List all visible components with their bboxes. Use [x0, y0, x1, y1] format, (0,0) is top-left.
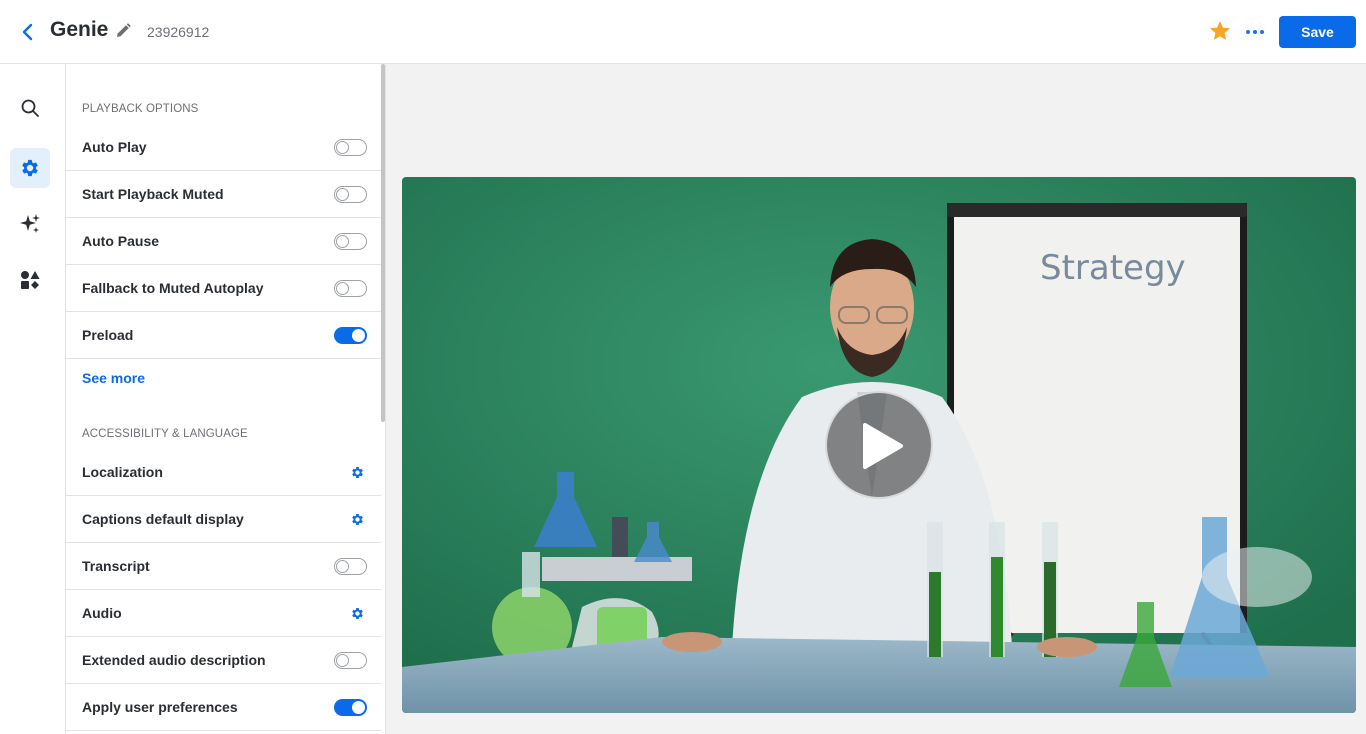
setting-row-preload[interactable]: Preload: [66, 312, 381, 359]
user-preferences-toggle[interactable]: [334, 699, 367, 716]
save-button[interactable]: Save: [1279, 16, 1356, 48]
setting-label: Extended audio description: [82, 652, 266, 668]
see-more-link[interactable]: See more: [82, 370, 145, 386]
play-icon: [863, 423, 903, 469]
auto-play-toggle[interactable]: [334, 139, 367, 156]
transcript-toggle[interactable]: [334, 558, 367, 575]
setting-row-localization[interactable]: Localization: [66, 449, 381, 496]
setting-row-auto-pause[interactable]: Auto Pause: [66, 218, 381, 265]
page-title: Genie: [50, 18, 109, 41]
play-button[interactable]: [825, 391, 933, 499]
setting-row-transcript[interactable]: Transcript: [66, 543, 381, 590]
back-arrow-icon[interactable]: [16, 20, 38, 44]
setting-label: Audio: [82, 605, 122, 621]
gear-icon[interactable]: [350, 512, 365, 527]
setting-row-start-muted[interactable]: Start Playback Muted: [66, 171, 381, 218]
section-title-accessibility: ACCESSIBILITY & LANGUAGE: [82, 428, 248, 440]
setting-label: Auto Play: [82, 139, 147, 155]
settings-gear-icon[interactable]: [10, 148, 50, 188]
whiteboard-text: Strategy: [1040, 248, 1186, 288]
setting-label: Apply user preferences: [82, 699, 238, 715]
setting-label: Auto Pause: [82, 233, 160, 249]
panel-scrollbar[interactable]: [381, 64, 385, 422]
setting-label: Localization: [82, 464, 163, 480]
setting-label: Captions default display: [82, 511, 244, 527]
gear-icon[interactable]: [350, 465, 365, 480]
setting-row-captions[interactable]: Captions default display: [66, 496, 381, 543]
setting-label: Transcript: [82, 558, 150, 574]
settings-panel: PLAYBACK OPTIONS Auto Play Start Playbac…: [66, 64, 386, 734]
star-icon[interactable]: [1208, 19, 1234, 45]
setting-label: Fallback to Muted Autoplay: [82, 280, 264, 296]
icon-rail: [0, 64, 66, 734]
search-icon[interactable]: [10, 88, 50, 128]
fallback-muted-toggle[interactable]: [334, 280, 367, 297]
extended-audio-toggle[interactable]: [334, 652, 367, 669]
setting-row-fallback-muted[interactable]: Fallback to Muted Autoplay: [66, 265, 381, 312]
setting-label: Preload: [82, 327, 134, 343]
section-title-playback: PLAYBACK OPTIONS: [82, 103, 199, 115]
shapes-icon[interactable]: [10, 260, 50, 300]
setting-row-user-preferences[interactable]: Apply user preferences: [66, 684, 381, 731]
auto-pause-toggle[interactable]: [334, 233, 367, 250]
preload-toggle[interactable]: [334, 327, 367, 344]
setting-row-audio[interactable]: Audio: [66, 590, 381, 637]
top-header: Genie 23926912 Save: [0, 0, 1366, 64]
pencil-icon[interactable]: [114, 22, 134, 42]
more-options-icon[interactable]: [1243, 22, 1267, 42]
gear-icon[interactable]: [350, 606, 365, 621]
setting-row-extended-audio[interactable]: Extended audio description: [66, 637, 381, 684]
sparkles-icon[interactable]: [10, 204, 50, 244]
start-muted-toggle[interactable]: [334, 186, 367, 203]
setting-row-auto-play[interactable]: Auto Play: [66, 124, 381, 171]
setting-label: Start Playback Muted: [82, 186, 224, 202]
player-id: 23926912: [147, 24, 210, 40]
